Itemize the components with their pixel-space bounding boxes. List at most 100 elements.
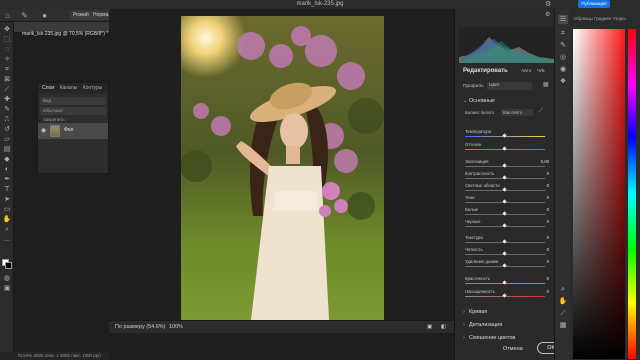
- hue-slider[interactable]: [628, 29, 636, 359]
- color-picker-field[interactable]: [573, 29, 625, 359]
- visibility-eye-icon[interactable]: ◉: [41, 127, 46, 134]
- screen-mode-icon[interactable]: ▣: [2, 284, 12, 293]
- zoom-tool-icon[interactable]: ⌕: [2, 225, 12, 234]
- zoom-icon[interactable]: ⌕: [558, 285, 568, 294]
- bw-button[interactable]: Ч/Б: [537, 69, 545, 74]
- slider-row[interactable]: Тени 0: [463, 195, 549, 207]
- profile-dropdown[interactable]: Цвет: [487, 82, 532, 90]
- tab-layers[interactable]: Слои: [42, 85, 54, 91]
- slider-row[interactable]: Белые 0: [463, 207, 549, 219]
- slider-value[interactable]: 0: [529, 183, 549, 188]
- title-bar: marik_lsk-235.jpg ⚙: [0, 0, 640, 9]
- presets-icon[interactable]: ❖: [558, 77, 568, 86]
- crop-icon[interactable]: ⌗: [558, 29, 568, 38]
- slider-row[interactable]: Удаление дымки 0: [463, 259, 549, 271]
- slider-label: Экспозиция: [465, 159, 489, 164]
- frame-tool-icon[interactable]: ⊠: [2, 75, 12, 84]
- blend-mode-dropdown[interactable]: Обычные: [40, 107, 106, 115]
- slider-value[interactable]: 0: [529, 207, 549, 212]
- slider-row[interactable]: Оттенок: [463, 142, 549, 154]
- slider-row[interactable]: Светлые области 0: [463, 183, 549, 195]
- marquee-tool-icon[interactable]: ⬚: [2, 35, 12, 44]
- magic-wand-icon[interactable]: ✧: [2, 55, 12, 64]
- background-color-swatch[interactable]: [5, 262, 12, 269]
- slider-row[interactable]: Экспозиция 0,00: [463, 159, 549, 171]
- masking-icon[interactable]: ◎: [558, 53, 568, 62]
- redeye-icon[interactable]: ◉: [558, 65, 568, 74]
- home-icon[interactable]: ⌂: [3, 11, 12, 20]
- more-tools-icon[interactable]: …: [2, 235, 12, 244]
- layer-kind-filter[interactable]: Вид: [40, 97, 106, 105]
- path-select-icon[interactable]: ➤: [2, 195, 12, 204]
- camera-raw-tools: ☰ ⌗ ✎ ◎ ◉ ❖ ⌕ ✋ ⟋ ▦: [554, 9, 570, 360]
- cancel-button[interactable]: Отмена: [503, 346, 523, 352]
- eyedropper-icon[interactable]: ⟋: [2, 85, 12, 94]
- sampler-icon[interactable]: ⟋: [558, 309, 568, 318]
- brush-size-icon[interactable]: ●: [40, 11, 49, 20]
- hand-icon[interactable]: ✋: [558, 297, 568, 306]
- slider-label: Светлые области: [465, 183, 500, 188]
- lasso-tool-icon[interactable]: ◌: [2, 45, 12, 54]
- slider-value[interactable]: 0: [529, 195, 549, 200]
- stamp-tool-icon[interactable]: ⎍: [2, 115, 12, 124]
- slider-value[interactable]: 0: [529, 259, 549, 264]
- remove-tool-icon[interactable]: ✎: [558, 41, 568, 50]
- slider-row[interactable]: Насыщенность 0: [463, 289, 549, 301]
- section-header[interactable]: › Кривая: [463, 309, 487, 315]
- healing-brush-icon[interactable]: ✚: [2, 95, 12, 104]
- slider-row[interactable]: Контрастность 0: [463, 171, 549, 183]
- slider-label: Оттенок: [465, 142, 482, 147]
- brush-tool-icon[interactable]: ✎: [2, 105, 12, 114]
- tab-paths[interactable]: Контуры: [83, 85, 103, 91]
- layer-name: Фон: [64, 127, 74, 133]
- slider-value[interactable]: 0: [529, 247, 549, 252]
- move-tool-icon[interactable]: ✥: [2, 25, 12, 34]
- layer-row[interactable]: ◉ Фон: [38, 123, 108, 139]
- slider-row[interactable]: Четкость 0: [463, 247, 549, 259]
- color-panel-tabs[interactable]: Образцы Градиен Узоры: [574, 16, 626, 21]
- settings-icon[interactable]: ⚙: [545, 11, 550, 18]
- edit-sliders-icon[interactable]: ☰: [558, 15, 568, 24]
- slider-value[interactable]: 0: [529, 171, 549, 176]
- crop-tool-icon[interactable]: ⌗: [2, 65, 12, 74]
- brush-icon[interactable]: ✎: [20, 11, 29, 20]
- gradient-tool-icon[interactable]: ▤: [2, 145, 12, 154]
- document-tab[interactable]: marik_lsk-235.jpg @ 70,5% (RGB/8*) *: [14, 22, 109, 37]
- type-tool-icon[interactable]: T: [2, 185, 12, 194]
- photo-preview[interactable]: [181, 16, 384, 320]
- blur-tool-icon[interactable]: ◆: [2, 155, 12, 164]
- publish-button[interactable]: Публикация: [578, 0, 610, 8]
- quick-mask-icon[interactable]: ◍: [2, 274, 12, 283]
- pen-tool-icon[interactable]: ✒: [2, 175, 12, 184]
- slider-row[interactable]: Черные 0: [463, 219, 549, 231]
- dodge-tool-icon[interactable]: ◐: [2, 165, 12, 174]
- slider-value[interactable]: 0,00: [529, 159, 549, 164]
- slider-value[interactable]: 0: [529, 219, 549, 224]
- eyedropper-icon[interactable]: ⟋: [539, 108, 543, 115]
- slider-row[interactable]: Красочность 0: [463, 276, 549, 288]
- gear-icon[interactable]: ⚙: [545, 0, 551, 9]
- shape-tool-icon[interactable]: ▭: [2, 205, 12, 214]
- auto-button[interactable]: Авто: [521, 69, 531, 74]
- basic-section-header[interactable]: ⌄Основные: [463, 98, 495, 104]
- history-brush-icon[interactable]: ↺: [2, 125, 12, 134]
- grid-icon[interactable]: ▦: [558, 321, 568, 330]
- section-header[interactable]: › Детализация: [463, 322, 502, 328]
- mode-dropdown[interactable]: Резкий: [70, 11, 92, 20]
- slider-value[interactable]: 0: [529, 235, 549, 240]
- tab-channels[interactable]: Каналы: [60, 85, 78, 91]
- section-header[interactable]: › Смешение цветов: [463, 335, 515, 341]
- hand-tool-icon[interactable]: ✋: [2, 215, 12, 224]
- slider-value[interactable]: 0: [529, 289, 549, 294]
- slider-label: Насыщенность: [465, 289, 496, 294]
- document-tab-label: marik_lsk-235.jpg @ 70,5% (RGB/8*) *: [22, 31, 109, 37]
- profile-browser-icon[interactable]: ▦: [543, 81, 549, 88]
- profile-label: Профиль: [463, 84, 484, 89]
- eraser-tool-icon[interactable]: ▱: [2, 135, 12, 144]
- section-label: Детализация: [469, 322, 503, 328]
- color-panel: Образцы Градиен Узоры: [570, 9, 640, 360]
- slider-value[interactable]: 0: [529, 276, 549, 281]
- slider-row[interactable]: Температура: [463, 129, 549, 141]
- slider-row[interactable]: Текстура 0: [463, 235, 549, 247]
- white-balance-dropdown[interactable]: Как снято: [501, 109, 533, 116]
